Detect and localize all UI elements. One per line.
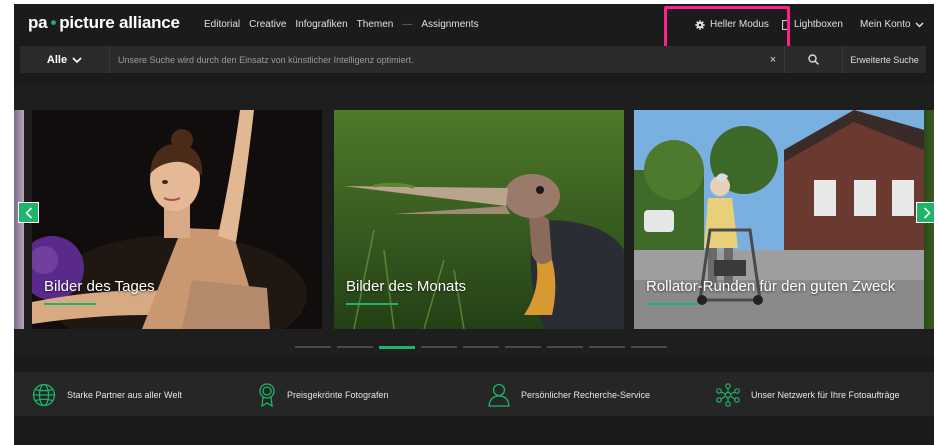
search-input[interactable] bbox=[110, 46, 762, 73]
carousel-slide-bilder-des-monats[interactable]: Bilder des Monats bbox=[334, 110, 624, 329]
gymnast-photo bbox=[32, 110, 322, 329]
account-label: Mein Konto bbox=[860, 19, 911, 30]
chevron-left-icon bbox=[24, 206, 32, 219]
brand-logo[interactable]: pa • picture alliance bbox=[28, 13, 180, 33]
slide-accent-bar bbox=[44, 303, 96, 305]
search-icon bbox=[808, 54, 819, 65]
search-button[interactable] bbox=[784, 46, 842, 73]
brand-dot: • bbox=[50, 13, 57, 32]
carousel-dot[interactable] bbox=[295, 346, 331, 348]
feature-network[interactable]: Unser Netzwerk für Ihre Fotoaufträge bbox=[716, 383, 900, 407]
network-icon bbox=[716, 383, 740, 407]
search-scope-dropdown[interactable]: Alle bbox=[20, 46, 110, 73]
globe-icon bbox=[32, 383, 56, 407]
chevron-down-icon bbox=[915, 21, 924, 28]
slide-title: Bilder des Monats bbox=[346, 278, 467, 295]
lightbox-label: Lightboxen bbox=[794, 19, 843, 30]
carousel-pagination bbox=[295, 346, 667, 349]
search-bar: Alle × Erweiterte Suche bbox=[20, 46, 926, 73]
carousel-dot[interactable] bbox=[463, 346, 499, 348]
chevron-right-icon bbox=[923, 206, 931, 219]
chevron-down-icon bbox=[72, 56, 82, 63]
marabou-photo bbox=[334, 110, 624, 329]
image-carousel: Bilder des Tages Bilder des Monats Rolla… bbox=[14, 84, 934, 356]
account-menu[interactable]: Mein Konto bbox=[860, 19, 924, 30]
advanced-search-button[interactable]: Erweiterte Suche bbox=[842, 46, 926, 73]
carousel-dot[interactable] bbox=[421, 346, 457, 348]
top-navigation: pa • picture alliance Editorial Creative I… bbox=[14, 4, 934, 56]
feature-label: Starke Partner aus aller Welt bbox=[67, 390, 182, 400]
carousel-slide-bilder-des-tages[interactable]: Bilder des Tages bbox=[32, 110, 322, 329]
nav-item-creative[interactable]: Creative bbox=[249, 19, 286, 30]
advanced-search-label: Erweiterte Suche bbox=[850, 54, 919, 65]
page-frame: pa • picture alliance Editorial Creative I… bbox=[14, 4, 934, 445]
slide-title: Rollator-Runden für den guten Zweck bbox=[646, 278, 896, 295]
carousel-slide-rollator-runden[interactable]: Rollator-Runden für den guten Zweck bbox=[634, 110, 924, 329]
brand-name: picture alliance bbox=[59, 13, 180, 32]
carousel-dot[interactable] bbox=[589, 346, 625, 348]
carousel-prev-button[interactable] bbox=[18, 202, 39, 223]
gear-icon bbox=[695, 19, 705, 30]
slide-title: Bilder des Tages bbox=[44, 278, 155, 295]
lightbox-link[interactable]: Lightboxen bbox=[782, 19, 843, 30]
rollator-photo bbox=[634, 110, 924, 329]
person-icon bbox=[488, 383, 510, 407]
feature-photographers[interactable]: Preisgekrönte Fotografen bbox=[258, 383, 389, 407]
nav-divider: — bbox=[402, 19, 413, 30]
feature-label: Unser Netzwerk für Ihre Fotoaufträge bbox=[751, 390, 900, 400]
lightbox-icon bbox=[782, 19, 790, 30]
page-footer-area bbox=[14, 416, 934, 445]
feature-research-service[interactable]: Persönlicher Recherche-Service bbox=[488, 383, 650, 407]
slide-accent-bar bbox=[646, 303, 698, 305]
close-icon: × bbox=[769, 53, 777, 66]
search-scope-label: Alle bbox=[46, 53, 68, 66]
clear-search-button[interactable]: × bbox=[762, 46, 784, 73]
carousel-dot[interactable] bbox=[547, 346, 583, 348]
light-mode-toggle[interactable]: Heller Modus bbox=[695, 19, 769, 30]
nav-item-infografiken[interactable]: Infografiken bbox=[295, 19, 347, 30]
carousel-dot[interactable] bbox=[337, 346, 373, 348]
award-icon bbox=[259, 383, 275, 407]
nav-item-editorial[interactable]: Editorial bbox=[204, 19, 240, 30]
main-nav: Editorial Creative Infografiken Themen —… bbox=[204, 19, 479, 30]
feature-label: Persönlicher Recherche-Service bbox=[521, 390, 651, 400]
brand-prefix: pa bbox=[28, 13, 48, 32]
feature-label: Preisgekrönte Fotografen bbox=[287, 390, 389, 400]
slide-accent-bar bbox=[346, 303, 398, 305]
feature-partners[interactable]: Starke Partner aus aller Welt bbox=[32, 383, 182, 407]
carousel-dot[interactable] bbox=[631, 346, 667, 348]
carousel-next-button[interactable] bbox=[916, 202, 934, 223]
carousel-dot-active[interactable] bbox=[379, 346, 415, 349]
feature-bar: Starke Partner aus aller Welt Preisgekrö… bbox=[14, 372, 934, 416]
carousel-dot[interactable] bbox=[505, 346, 541, 348]
nav-item-themen[interactable]: Themen bbox=[357, 19, 394, 30]
light-mode-label: Heller Modus bbox=[710, 19, 769, 30]
nav-item-assignments[interactable]: Assignments bbox=[421, 19, 478, 30]
